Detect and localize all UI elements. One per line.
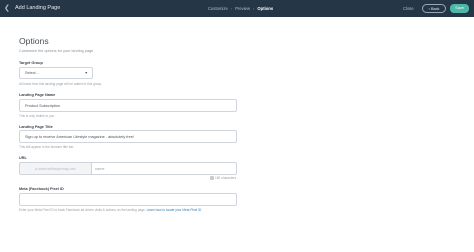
page-header-title: Add Landing Page	[15, 5, 61, 11]
counter-icon	[210, 176, 214, 181]
meta-pixel-input[interactable]	[19, 193, 237, 206]
step-preview[interactable]: Preview	[235, 6, 250, 11]
url-prefix: lp.americanlifestylemag.com/	[19, 162, 91, 175]
close-link[interactable]: Close	[403, 3, 414, 14]
save-button[interactable]: Save	[450, 4, 469, 13]
landing-page-name-input[interactable]: Product Subscription	[19, 99, 237, 112]
landing-page-name-hint: This is only visible to you.	[19, 114, 56, 118]
landing-page-name-label: Landing Page Name	[19, 93, 56, 97]
meta-pixel-label: Meta (Facebook) Pixel ID	[19, 187, 64, 191]
step-separator-icon: ›	[253, 6, 255, 11]
back-button[interactable]: ‹ Back	[422, 4, 446, 13]
step-customize[interactable]: Customize	[208, 6, 228, 11]
landing-page-title-hint: This will appear in the browser title ba…	[19, 145, 75, 149]
target-group-label: Target Group	[19, 61, 43, 65]
url-label: URL	[19, 156, 27, 160]
step-nav: Customize › Preview › Options	[208, 3, 273, 14]
step-separator-icon: ›	[230, 6, 233, 11]
target-group-value: Select...	[25, 71, 39, 75]
url-count-text: 180 characters	[215, 176, 237, 180]
url-input[interactable]: name	[91, 162, 237, 175]
chevron-left-icon[interactable]: ❮	[4, 3, 13, 14]
url-character-count: 180 characters	[210, 176, 237, 181]
top-bar: ❮ Add Landing Page Customize › Preview › Opt…	[0, 0, 474, 17]
landing-page-title-label: Landing Page Title	[19, 125, 53, 129]
page-subtitle: Customize the options for your landing p…	[19, 49, 95, 53]
target-group-hint: All leads from this landing page will be…	[19, 82, 103, 86]
landing-page-title-input[interactable]: Sign up to receive American Lifestyle ma…	[19, 130, 237, 143]
back-button-label: Back	[430, 7, 440, 11]
page-title: Options	[19, 36, 49, 46]
meta-pixel-hint-text: Enter your Meta Pixel ID to track Facebo…	[19, 208, 146, 212]
chevron-down-icon: ▼	[84, 71, 88, 75]
target-group-select[interactable]: Select... ▼	[19, 67, 93, 79]
meta-pixel-help-link[interactable]: Learn how to locate your Meta Pixel ID	[147, 208, 202, 212]
step-options[interactable]: Options	[257, 6, 273, 11]
meta-pixel-hint: Enter your Meta Pixel ID to track Facebo…	[19, 208, 201, 212]
